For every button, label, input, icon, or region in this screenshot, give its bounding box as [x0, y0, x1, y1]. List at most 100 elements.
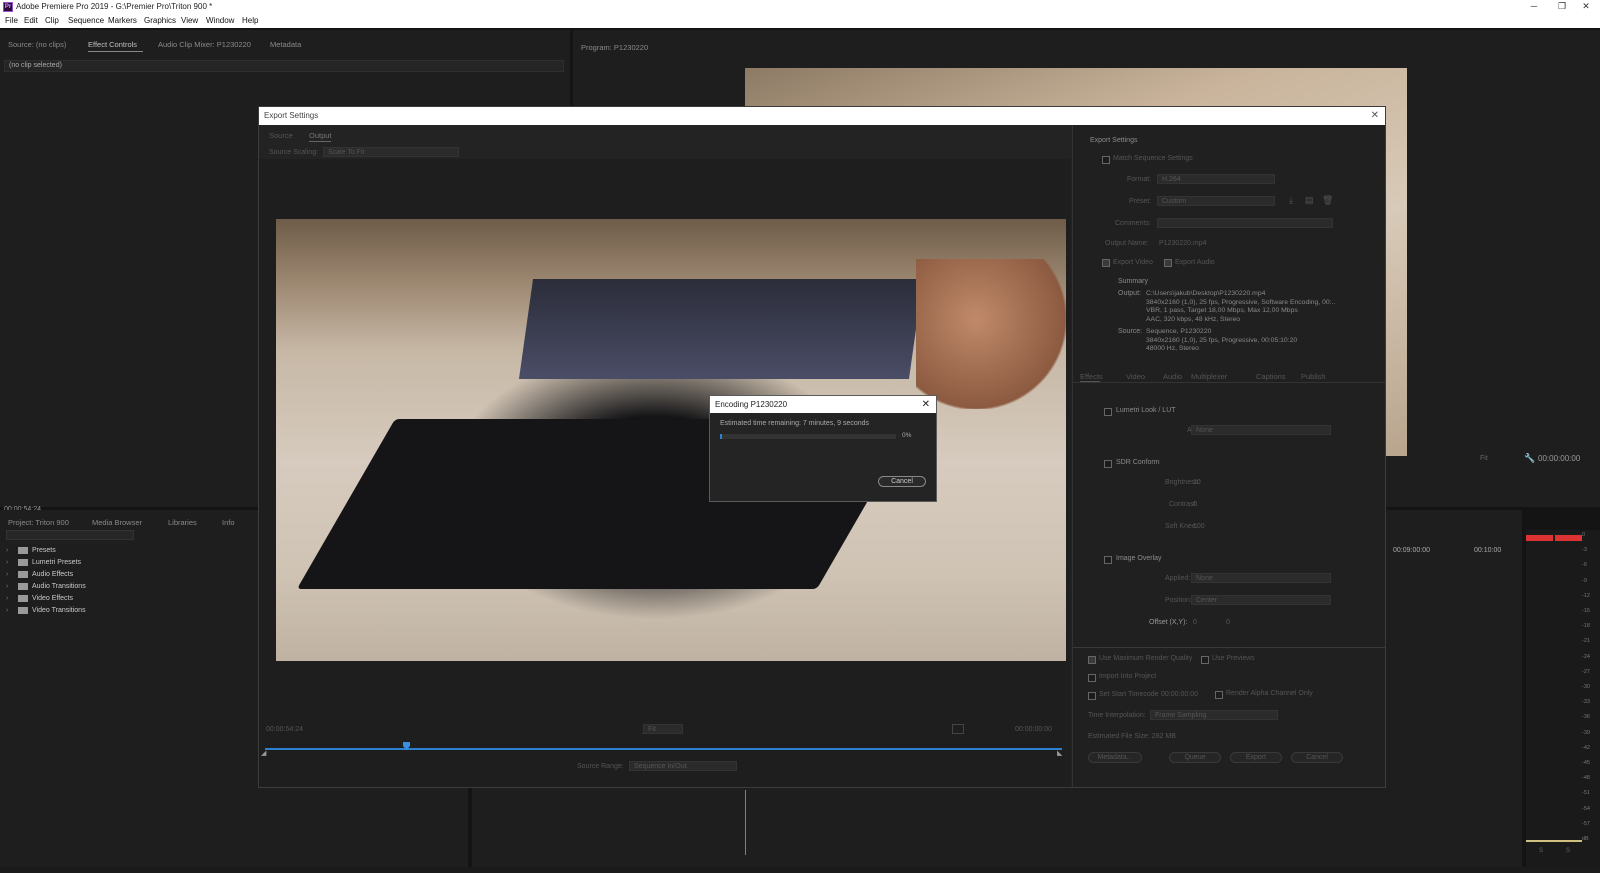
comments-input[interactable]	[1157, 218, 1333, 228]
tab-video[interactable]: Video	[1126, 372, 1145, 381]
source-range-bar[interactable]	[265, 748, 1062, 750]
import-project-label: Import Into Project	[1099, 673, 1157, 680]
soft-knee-value[interactable]: 100	[1193, 523, 1205, 530]
export-video-label: Export Video	[1113, 259, 1153, 266]
list-item[interactable]: › Presets	[6, 546, 261, 558]
time-interpolation-dropdown[interactable]: Frame Sampling	[1150, 710, 1278, 720]
contrast-value[interactable]: 0	[1193, 501, 1197, 508]
menu-bar: File Edit Clip Sequence Markers Graphics…	[0, 14, 1600, 28]
tab-media-browser[interactable]: Media Browser	[92, 518, 142, 527]
program-timecode: 00:00:00:00	[1538, 454, 1581, 463]
export-button[interactable]: Export	[1230, 752, 1282, 763]
solo-left-button[interactable]: S	[1539, 848, 1543, 854]
output-name-link[interactable]: P1230220.mp4	[1159, 240, 1206, 247]
position-dropdown[interactable]: Center	[1191, 595, 1331, 605]
overlay-applied-dropdown[interactable]: None	[1191, 573, 1331, 583]
solo-right-button[interactable]: S	[1566, 848, 1570, 854]
import-project-checkbox[interactable]	[1088, 674, 1096, 682]
tab-libraries[interactable]: Libraries	[168, 518, 197, 527]
save-preset-icon[interactable]: ⤓	[1289, 195, 1293, 206]
meter-tick-label: -24	[1582, 653, 1590, 660]
program-fit-dropdown[interactable]: Fit	[1480, 455, 1488, 462]
list-item[interactable]: › Audio Effects	[6, 570, 261, 582]
queue-button[interactable]: Queue	[1169, 752, 1221, 763]
tab-metadata[interactable]: Metadata	[270, 40, 301, 49]
hand-image	[916, 259, 1066, 409]
menu-graphics[interactable]: Graphics	[144, 14, 176, 27]
wrench-icon[interactable]: 🔧	[1524, 453, 1535, 464]
offset-x-value[interactable]: 0	[1193, 619, 1197, 626]
metadata-button[interactable]: Metadata...	[1088, 752, 1142, 763]
list-item[interactable]: › Video Transitions	[6, 606, 261, 618]
preset-dropdown[interactable]: Custom	[1157, 196, 1275, 206]
estimated-time-remaining: Estimated time remaining: 7 minutes, 9 s…	[720, 420, 870, 427]
menu-edit[interactable]: Edit	[24, 14, 38, 27]
menu-clip[interactable]: Clip	[45, 14, 59, 27]
sdr-conform-checkbox[interactable]	[1104, 460, 1112, 468]
offset-y-value[interactable]: 0	[1226, 619, 1230, 626]
project-search-input[interactable]	[6, 530, 134, 540]
playhead-line[interactable]	[745, 790, 746, 855]
use-previews-checkbox[interactable]	[1201, 656, 1209, 664]
export-audio-checkbox[interactable]	[1164, 259, 1172, 267]
tab-audio-clip-mixer[interactable]: Audio Clip Mixer: P1230220	[158, 40, 251, 49]
image-overlay-checkbox[interactable]	[1104, 556, 1112, 564]
tab-effect-controls[interactable]: Effect Controls	[88, 40, 137, 49]
menu-view[interactable]: View	[181, 14, 198, 27]
start-timecode-value[interactable]: 00:00:00:00	[1161, 691, 1198, 698]
position-label: Position:	[1165, 597, 1192, 604]
lumetri-applied-dropdown[interactable]: None	[1191, 425, 1331, 435]
summary-source-lines: Sequence, P1230220 3840x2160 (1,0), 25 f…	[1146, 328, 1346, 354]
zoom-fit-dropdown[interactable]: Fit	[643, 724, 683, 734]
folder-icon	[18, 559, 28, 566]
meter-tick-label: 0	[1582, 532, 1586, 538]
menu-sequence[interactable]: Sequence	[68, 14, 104, 27]
list-item[interactable]: › Lumetri Presets	[6, 558, 261, 570]
close-icon[interactable]: ✕	[1371, 107, 1379, 125]
tab-source[interactable]: Source: (no clips)	[8, 40, 66, 49]
encoding-progress-fill	[720, 434, 722, 439]
meter-tick-label: -9	[1582, 577, 1587, 584]
format-label: Format:	[1127, 176, 1152, 183]
menu-window[interactable]: Window	[206, 14, 234, 27]
title-bar: Pr Adobe Premiere Pro 2019 - G:\Premier …	[0, 0, 1600, 14]
lumetri-checkbox[interactable]	[1104, 408, 1112, 416]
tab-effects[interactable]: Effects	[1080, 372, 1103, 381]
folder-icon	[18, 595, 28, 602]
tab-audio[interactable]: Audio	[1163, 372, 1182, 381]
max-render-quality-checkbox[interactable]	[1088, 656, 1096, 664]
preview-area: 00:00:54:24 ◢ ◣ Fit 00:00:00:00 ◢ ◣ Sour…	[259, 159, 1071, 787]
tab-captions[interactable]: Captions	[1256, 372, 1286, 381]
range-end-handle[interactable]: ◣	[1057, 749, 1062, 757]
match-sequence-checkbox[interactable]	[1102, 156, 1110, 164]
tab-info[interactable]: Info	[222, 518, 235, 527]
tab-project[interactable]: Project: Triton 900	[8, 518, 69, 527]
list-item[interactable]: › Video Effects	[6, 594, 261, 606]
format-dropdown[interactable]: H.264	[1157, 174, 1275, 184]
menu-file[interactable]: File	[5, 14, 18, 27]
export-video-checkbox[interactable]	[1102, 259, 1110, 267]
close-icon[interactable]: ✕	[922, 396, 930, 413]
menu-markers[interactable]: Markers	[108, 14, 137, 27]
source-scaling-dropdown[interactable]: Scale To Fit	[323, 147, 459, 157]
import-preset-icon[interactable]: ▤	[1305, 195, 1314, 206]
restore-button[interactable]: ❐	[1550, 0, 1574, 14]
set-start-timecode-checkbox[interactable]	[1088, 692, 1096, 700]
minimize-button[interactable]: ─	[1522, 0, 1546, 14]
program-title[interactable]: Program: P1230220	[581, 43, 648, 52]
brightness-value[interactable]: 10	[1193, 479, 1201, 486]
tab-publish[interactable]: Publish	[1301, 372, 1326, 381]
tab-source[interactable]: Source	[269, 131, 293, 140]
render-alpha-checkbox[interactable]	[1215, 691, 1223, 699]
cancel-export-button[interactable]: Cancel	[1291, 752, 1343, 763]
list-item[interactable]: › Audio Transitions	[6, 582, 261, 594]
delete-preset-icon[interactable]: 🗑	[1322, 195, 1333, 206]
close-window-button[interactable]: ✕	[1574, 0, 1598, 14]
source-range-dropdown[interactable]: Sequence In/Out	[629, 761, 737, 771]
tab-multiplexer[interactable]: Multiplexer	[1191, 372, 1227, 381]
cancel-encoding-button[interactable]: Cancel	[878, 476, 926, 487]
tab-output[interactable]: Output	[309, 131, 332, 140]
menu-help[interactable]: Help	[242, 14, 258, 27]
range-start-handle[interactable]: ◢	[261, 749, 266, 757]
crop-icon[interactable]	[952, 724, 964, 734]
